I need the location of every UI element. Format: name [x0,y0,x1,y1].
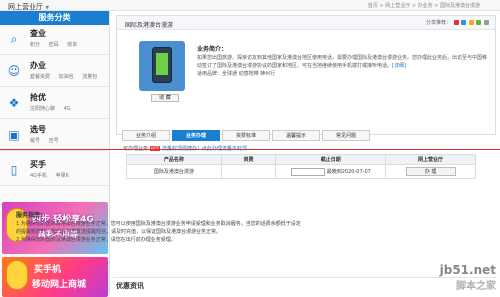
col-header: 截止日期 [276,155,386,165]
guide-line: 的提醒额度时，我们会为您发送提醒短信，请及时充值，以保证国际及港澳台漫游业务正常… [16,228,376,236]
sub-link[interactable]: 苹果6 [56,173,69,179]
sub-link[interactable]: 账单 [67,42,77,48]
cat-subs: 套餐资费 加油包 流量包 [30,73,104,80]
intro-text: 如果您出国旅游、探亲访友到其他国家及港澳台地区使用电话，需要办理国际及港澳台漫游… [197,55,487,69]
more-share-icon[interactable] [484,20,489,25]
qq-share-icon[interactable] [461,20,466,25]
sub-link[interactable]: 流量包 [82,74,97,80]
tab-order[interactable]: 业务办理 [172,130,220,141]
sidebar-header: 服务分类 [0,11,109,25]
product-fee [221,165,276,179]
product-name: 国际及港澳台漫游 [127,165,222,179]
col-header: 网上营业厅 [386,155,476,165]
cat-name: 抢优 [30,92,46,103]
weibo-share-icon[interactable] [454,20,459,25]
date-input[interactable] [291,168,325,176]
product-table: 产品名称 资费 截止日期 网上营业厅 国际及港澳台漫游 最晚到2020-07-0… [126,154,476,179]
cat-subs: 积分 密码 账单 [30,41,84,48]
table-row: 国际及港澳台漫游 最晚到2020-07-07 办 理 [127,165,476,179]
sub-link[interactable]: 靓号 [30,138,40,144]
banner-title: 买手机 [34,262,61,275]
sidebar-item-buy[interactable]: ▯ 买手 4G手机 苹果6 [0,156,110,186]
sub-link[interactable]: 密码 [49,42,59,48]
service-guide: 服务指南： 1.为确保您的国际及港澳台漫游业务正常，您可以使用国际及港澳台漫游业… [16,212,376,244]
watermark: jb51.net 脚本之家 [440,263,496,292]
sub-link[interactable]: 4G手机 [30,173,47,179]
cat-name: 办业 [30,60,46,71]
sidebar: 服务分类 ⌕ 查业 积分 密码 账单 ☺ 办业 套餐资费 加油包 流量包 ❖ 抢… [0,11,110,294]
col-header: 资费 [221,155,276,165]
sim-icon: ▣ [6,127,22,143]
sub-link[interactable]: 积分 [30,42,40,48]
action-cell: 办 理 [386,165,476,179]
guide-line: 2.为确保您的国际及港澳台漫游业务正常，请您在出行前办理业务受理。 [16,236,376,244]
service-phone-image [139,41,185,91]
sub-link[interactable]: 加油包 [59,74,74,80]
guide-line: 1.为确保您的国际及港澳台漫游业务正常，您可以使用国际及港澳台漫游业务申请受理和… [16,220,376,228]
sub-link[interactable]: 4G [64,106,71,112]
breadcrumb[interactable]: 首页 > 网上营业厅 > 办业务 > 国际及港澳台漫游 [368,2,480,9]
share-bar: 分享推荐： [426,19,489,26]
service-card: 国际及港澳台漫游 分享推荐： 收 藏 业务简介： 如果您出国旅游、探亲访友到其他… [116,15,496,135]
end-date-cell: 最晚到2020-07-07 [276,165,386,179]
preferred-title: 优惠资讯 [116,281,144,291]
cat-subs: 4G手机 苹果6 [30,172,76,179]
top-bar: 网上营业厅 ▼ 首页 > 网上营业厅 > 办业务 > 国际及港澳台漫游 [0,0,500,11]
wechat-share-icon[interactable] [476,20,481,25]
share-label: 分享推荐： [426,20,451,26]
sidebar-item-offers[interactable]: ❖ 抢优 沈阳随心聊 4G [0,89,110,119]
cat-subs: 靓号 吉号 [30,137,66,144]
qzone-share-icon[interactable] [469,20,474,25]
search-icon: ⌕ [6,31,22,47]
gift-icon: ❖ [6,95,22,111]
watermark-site: jb51.net [440,263,496,277]
detail-link[interactable]: [详细] [392,63,406,69]
mascot-image [6,260,28,290]
favorite-button[interactable]: 收 藏 [151,94,179,102]
col-header: 产品名称 [127,155,222,165]
user-icon: ☺ [6,63,22,79]
sidebar-item-number[interactable]: ▣ 选号 靓号 吉号 [0,121,110,151]
card-header: 国际及港澳台漫游 分享推荐： [117,16,495,30]
intro-block: 业务简介： 如果您出国旅游、探亲访友到其他国家及港澳台地区使用电话，需要办理国际… [197,46,487,78]
sub-link[interactable]: 吉号 [49,138,59,144]
order-button[interactable]: 办 理 [406,167,456,176]
watermark-name: 脚本之家 [440,277,496,292]
promo-banner-shop[interactable]: 买手机 移动网上商城 [2,257,108,297]
divider-line [0,149,500,150]
main-content: 国际及港澳台漫游 分享推荐： 收 藏 业务简介： 如果您出国旅游、探亲访友到其他… [111,11,500,294]
phone-icon: ▯ [6,162,22,178]
phone-icon [152,47,172,83]
cat-name: 查业 [30,28,46,39]
order-section: 可办理业务 HOT 流量封顶便捷办！点此办理流量不封顶 产品名称 资费 截止日期… [116,141,496,211]
tab-fees[interactable]: 资费标准 [222,130,270,141]
cat-name: 选号 [30,124,46,135]
guide-header: 服务指南： [16,212,376,220]
cat-name: 买手 [30,159,46,170]
intro-label: 业务简介： [197,46,487,54]
sidebar-item-handle[interactable]: ☺ 办业 套餐资费 加油包 流量包 [0,57,110,87]
users-text: 适用品牌：全球通 动感地带 神州行 [197,70,487,78]
tab-faq[interactable]: 常见问题 [322,130,370,141]
sidebar-item-query[interactable]: ⌕ 查业 积分 密码 账单 [0,25,110,55]
date-text: 最晚到2020-07-07 [327,169,371,175]
tab-intro[interactable]: 业务介绍 [122,130,170,141]
card-title: 国际及港澳台漫游 [125,20,173,29]
sub-link[interactable]: 套餐资费 [30,74,50,80]
tab-tips[interactable]: 温馨提示 [272,130,320,141]
sub-link[interactable]: 沈阳随心聊 [30,106,55,112]
banner-sub: 移动网上商城 [32,277,86,290]
cat-subs: 沈阳随心聊 4G [30,105,78,112]
